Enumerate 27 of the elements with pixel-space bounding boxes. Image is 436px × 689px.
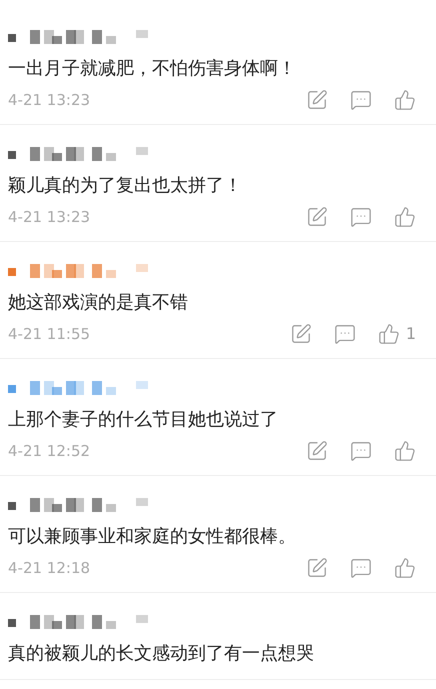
comment-icon[interactable] xyxy=(350,206,372,228)
comment-text: 一出月子就减肥，不怕伤害身体啊！ xyxy=(8,57,297,81)
like-icon[interactable] xyxy=(394,557,416,579)
comment-icon[interactable] xyxy=(350,440,372,462)
share-icon[interactable] xyxy=(306,206,328,228)
like-icon[interactable] xyxy=(394,206,416,228)
comment-time: 4-21 12:52 xyxy=(8,440,90,462)
like-icon[interactable] xyxy=(394,440,416,462)
comment-time: 4-21 11:55 xyxy=(8,324,90,345)
comment-text: 上那个妻子的什么节目她也说过了 xyxy=(8,408,279,432)
share-icon[interactable] xyxy=(306,557,328,579)
comment-text: 可以兼顾事业和家庭的女性都很棒。 xyxy=(8,525,297,549)
comment-text: 她这部戏演的是真不错 xyxy=(8,291,189,315)
comment-time: 4-21 13:23 xyxy=(8,206,90,228)
comment-time: 4-21 13:23 xyxy=(8,90,90,111)
comment-icon[interactable] xyxy=(350,89,372,111)
comment-icon[interactable] xyxy=(334,323,356,345)
share-icon[interactable] xyxy=(290,323,312,345)
like-icon[interactable] xyxy=(378,323,400,345)
comment-text: 真的被颖儿的长文感动到了有一点想哭 xyxy=(8,642,315,666)
comment-text: 颖儿真的为了复出也太拼了！ xyxy=(8,174,243,198)
share-icon[interactable] xyxy=(306,440,328,462)
comment-icon[interactable] xyxy=(350,557,372,579)
like-count: 1 xyxy=(406,323,416,345)
comment-time: 4-21 12:18 xyxy=(8,558,90,579)
like-icon[interactable] xyxy=(394,89,416,111)
share-icon[interactable] xyxy=(306,89,328,111)
